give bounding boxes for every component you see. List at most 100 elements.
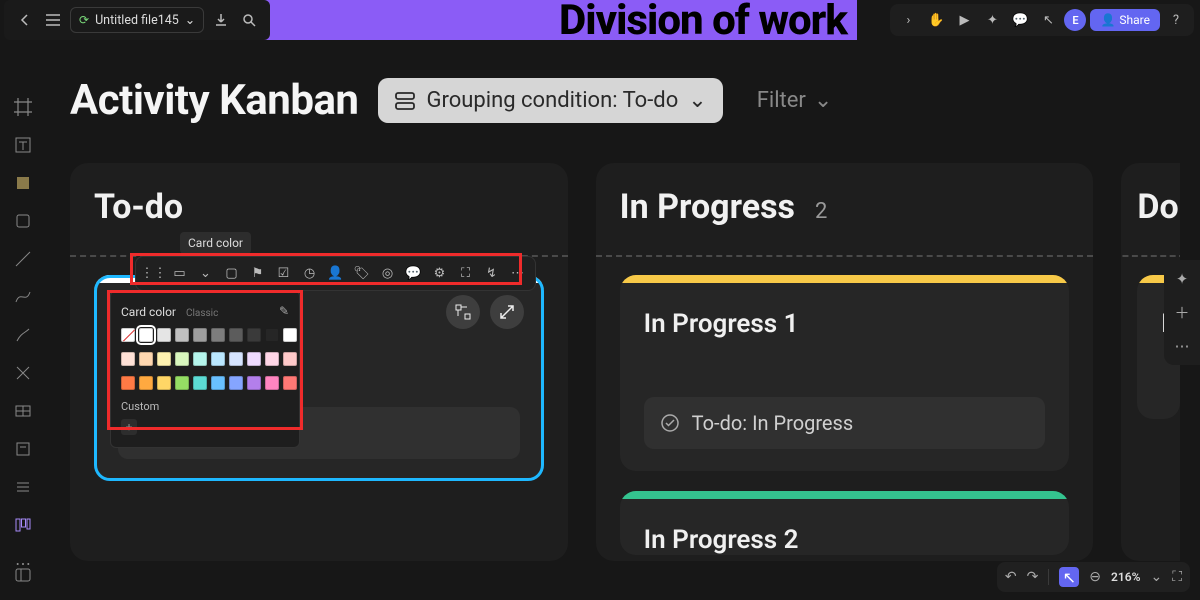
- color-swatch[interactable]: [211, 376, 225, 390]
- column-divider: [596, 255, 1094, 257]
- divider: [1048, 569, 1049, 585]
- kanban-card[interactable]: In Progress 1 To-do: In Progress: [620, 275, 1070, 471]
- chevron-down-icon[interactable]: ⌄: [1150, 569, 1162, 585]
- file-name-label: Untitled file145: [95, 13, 179, 28]
- file-name-chip[interactable]: ⟳ Untitled file145 ⌄: [70, 7, 204, 33]
- fit-button[interactable]: ⛶: [1172, 569, 1182, 585]
- color-swatch[interactable]: [139, 328, 153, 342]
- zoom-out-button[interactable]: ⊖: [1089, 569, 1101, 585]
- menu-button[interactable]: [42, 9, 64, 31]
- curve-tool[interactable]: [8, 282, 38, 312]
- more-icon[interactable]: ⋯: [506, 262, 529, 285]
- undo-button[interactable]: ↶: [1005, 569, 1017, 585]
- color-picker-subtitle: Classic: [186, 308, 218, 319]
- add-icon[interactable]: ＋: [1174, 302, 1189, 323]
- bottom-toolbar: ↶ ↷ ↖ ⊖ 216% ⌄ ⛶: [997, 562, 1190, 592]
- grouping-condition-chip[interactable]: Grouping condition: To-do ⌄: [378, 78, 722, 123]
- filter-chip[interactable]: Filter ⌄: [757, 88, 833, 113]
- redo-button[interactable]: ↷: [1027, 569, 1039, 585]
- table-tool[interactable]: [8, 396, 38, 426]
- flag-icon[interactable]: ⚑: [246, 262, 269, 285]
- comment-icon[interactable]: 💬: [402, 262, 425, 285]
- card-title: In Progress 2: [644, 525, 1046, 555]
- gear-icon[interactable]: ⚙: [428, 262, 451, 285]
- color-swatch[interactable]: [229, 328, 243, 342]
- fullscreen-icon[interactable]: ⛶: [454, 262, 477, 285]
- color-swatch[interactable]: [265, 328, 279, 342]
- color-swatch[interactable]: [283, 352, 297, 366]
- drag-handle-icon[interactable]: ⋮⋮: [142, 262, 165, 285]
- color-swatch[interactable]: [193, 352, 207, 366]
- grouping-label: Grouping condition: To-do: [426, 88, 678, 113]
- color-swatch[interactable]: [229, 376, 243, 390]
- color-swatch[interactable]: [193, 376, 207, 390]
- color-swatch[interactable]: [139, 376, 153, 390]
- magic-icon[interactable]: ✦: [1176, 270, 1189, 288]
- target-icon[interactable]: ◎: [376, 262, 399, 285]
- color-swatch[interactable]: [265, 352, 279, 366]
- back-button[interactable]: [14, 9, 36, 31]
- card-icon[interactable]: ▭: [168, 262, 191, 285]
- cursor-tool-button[interactable]: ↖: [1059, 567, 1079, 587]
- add-custom-color-button[interactable]: +: [121, 419, 137, 435]
- heading-tool[interactable]: [8, 434, 38, 464]
- clock-icon[interactable]: ◷: [298, 262, 321, 285]
- color-swatches-row: [121, 376, 289, 390]
- pen-tool[interactable]: [8, 320, 38, 350]
- color-swatch[interactable]: [247, 376, 261, 390]
- text-tool[interactable]: [8, 130, 38, 160]
- card-title: In Progress 1: [644, 309, 1046, 339]
- rectangle-icon[interactable]: ▢: [220, 262, 243, 285]
- connector-tool[interactable]: [8, 358, 38, 388]
- card-expand-button[interactable]: [490, 295, 524, 329]
- custom-color-label: Custom: [121, 400, 289, 413]
- search-button[interactable]: [238, 9, 260, 31]
- color-swatch[interactable]: [211, 352, 225, 366]
- kanban-card[interactable]: In Progress 2: [620, 491, 1070, 555]
- eyedropper-button[interactable]: ✎: [279, 304, 289, 318]
- color-swatch[interactable]: [121, 376, 135, 390]
- download-button[interactable]: [210, 9, 232, 31]
- zoom-level[interactable]: 216%: [1111, 570, 1140, 584]
- column-title: Do: [1137, 187, 1178, 227]
- color-swatch[interactable]: [265, 376, 279, 390]
- color-swatch[interactable]: [247, 352, 261, 366]
- color-swatch[interactable]: [175, 352, 189, 366]
- link-icon[interactable]: ↯: [480, 262, 503, 285]
- color-swatch[interactable]: [283, 376, 297, 390]
- user-icon[interactable]: 👤: [324, 262, 347, 285]
- checkbox-icon[interactable]: ☑: [272, 262, 295, 285]
- color-swatch[interactable]: [157, 376, 171, 390]
- note-tool[interactable]: [8, 168, 38, 198]
- cloud-sync-icon: ⟳: [79, 13, 89, 27]
- color-swatch[interactable]: [283, 328, 297, 342]
- color-picker-popover: Card color Classic ✎: [110, 290, 300, 448]
- shape-tool[interactable]: [8, 206, 38, 236]
- color-swatch[interactable]: [229, 352, 243, 366]
- page-title: Activity Kanban: [70, 76, 358, 125]
- color-swatches-row: [121, 328, 289, 342]
- tag-icon[interactable]: 🏷: [350, 262, 373, 285]
- more-icon[interactable]: ⋯: [1175, 337, 1190, 355]
- color-swatch[interactable]: [139, 352, 153, 366]
- frame-tool[interactable]: [8, 92, 38, 122]
- color-swatch[interactable]: [211, 328, 225, 342]
- collapse-sidebar-button[interactable]: [8, 560, 38, 590]
- list-tool[interactable]: [8, 472, 38, 502]
- color-swatch[interactable]: [157, 328, 171, 342]
- color-swatch[interactable]: [175, 376, 189, 390]
- kanban-tool[interactable]: [8, 510, 38, 540]
- color-swatch[interactable]: [175, 328, 189, 342]
- chevron-down-icon[interactable]: ⌄: [194, 262, 217, 285]
- color-picker-title: Card color: [121, 305, 176, 319]
- color-swatches-row: [121, 352, 289, 366]
- color-swatch[interactable]: [193, 328, 207, 342]
- grouping-icon: [394, 90, 416, 112]
- color-swatch-none[interactable]: [121, 328, 135, 342]
- line-tool[interactable]: [8, 244, 38, 274]
- color-swatch[interactable]: [157, 352, 171, 366]
- card-color-bar: [620, 491, 1070, 499]
- color-swatch[interactable]: [121, 352, 135, 366]
- color-swatch[interactable]: [247, 328, 261, 342]
- card-transform-button[interactable]: [446, 295, 480, 329]
